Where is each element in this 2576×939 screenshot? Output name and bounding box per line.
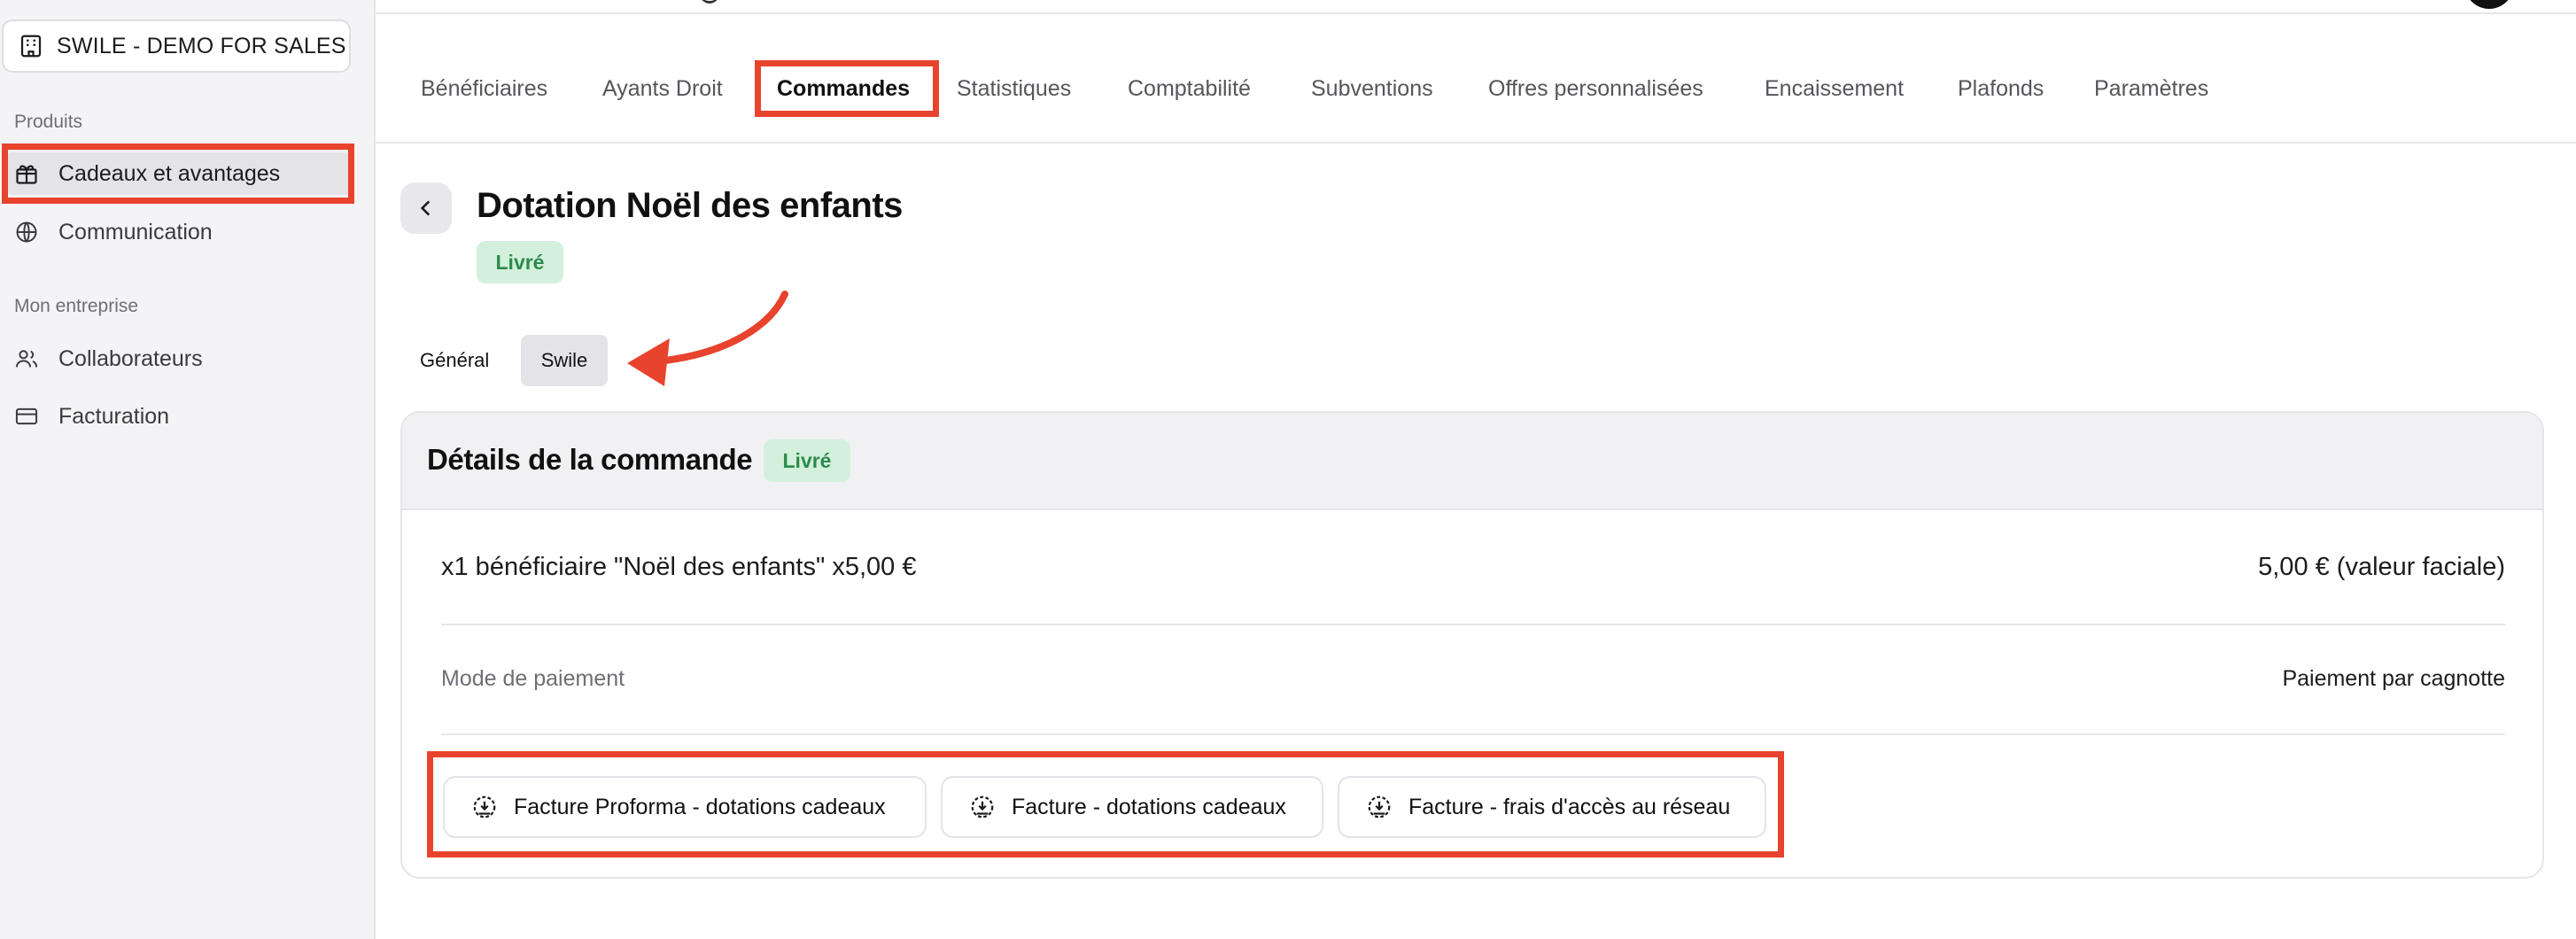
sidebar-item-label: Communication — [58, 219, 213, 244]
building-icon — [20, 35, 42, 58]
tab-subventions[interactable]: Subventions — [1311, 76, 1433, 102]
order-line-item: x1 bénéficiaire "Noël des enfants" x5,00… — [441, 553, 917, 581]
avatar[interactable] — [2464, 0, 2514, 9]
card-header: Détails de la commande Livré — [402, 413, 2542, 510]
highlight-download-buttons — [427, 751, 1784, 858]
sidebar-item-facturation[interactable]: Facturation — [14, 395, 169, 438]
highlight-tab-commandes — [755, 60, 939, 117]
sidebar-item-collaborateurs[interactable]: Collaborateurs — [14, 338, 203, 380]
globe-icon — [16, 221, 37, 243]
tab-encaissement[interactable]: Encaissement — [1765, 76, 1904, 102]
divider — [441, 624, 2505, 625]
sidebar-item-label: Facturation — [58, 403, 170, 429]
back-button[interactable] — [400, 182, 452, 234]
tab-parametres[interactable]: Paramètres — [2094, 76, 2208, 102]
tab-ayants-droit[interactable]: Ayants Droit — [602, 76, 723, 102]
section-title-mon-entreprise: Mon entreprise — [14, 296, 139, 316]
sidebar-item-label: Collaborateurs — [58, 345, 203, 371]
sidebar: SWILE - DEMO FOR SALES Produits Cadeaux … — [0, 0, 376, 939]
divider — [441, 733, 2505, 735]
company-name: SWILE - DEMO FOR SALES — [57, 33, 346, 58]
tab-beneficiaires[interactable]: Bénéficiaires — [421, 76, 547, 102]
chevron-left-icon — [420, 200, 431, 216]
status-badge: Livré — [477, 241, 563, 283]
order-line-value: 5,00 € (valeur faciale) — [2258, 553, 2505, 581]
top-divider — [376, 12, 2576, 14]
card-title: Détails de la commande — [427, 443, 753, 476]
highlight-sidebar-cadeaux — [2, 144, 354, 204]
main-tabs: Bénéficiaires Ayants Droit Commandes Sta… — [376, 53, 2576, 144]
tab-offres-personnalisees[interactable]: Offres personnalisées — [1488, 76, 1703, 102]
users-icon — [15, 350, 38, 368]
header-partial-logo — [700, 0, 719, 4]
subtab-swile[interactable]: Swile — [521, 335, 608, 386]
annotation-arrow-icon — [627, 291, 788, 386]
status-badge: Livré — [764, 439, 850, 482]
tab-statistiques[interactable]: Statistiques — [957, 76, 1071, 102]
payment-value: Paiement par cagnotte — [2282, 666, 2505, 691]
tab-plafonds[interactable]: Plafonds — [1958, 76, 2044, 102]
credit-card-icon — [15, 407, 38, 425]
page-title: Dotation Noël des enfants — [477, 186, 903, 225]
tab-comptabilite[interactable]: Comptabilité — [1128, 76, 1251, 102]
section-title-produits: Produits — [14, 112, 83, 132]
sidebar-item-communication[interactable]: Communication — [14, 211, 213, 253]
subtab-general[interactable]: Général — [420, 349, 489, 372]
payment-label: Mode de paiement — [441, 666, 625, 691]
company-switcher[interactable]: SWILE - DEMO FOR SALES — [2, 19, 351, 73]
